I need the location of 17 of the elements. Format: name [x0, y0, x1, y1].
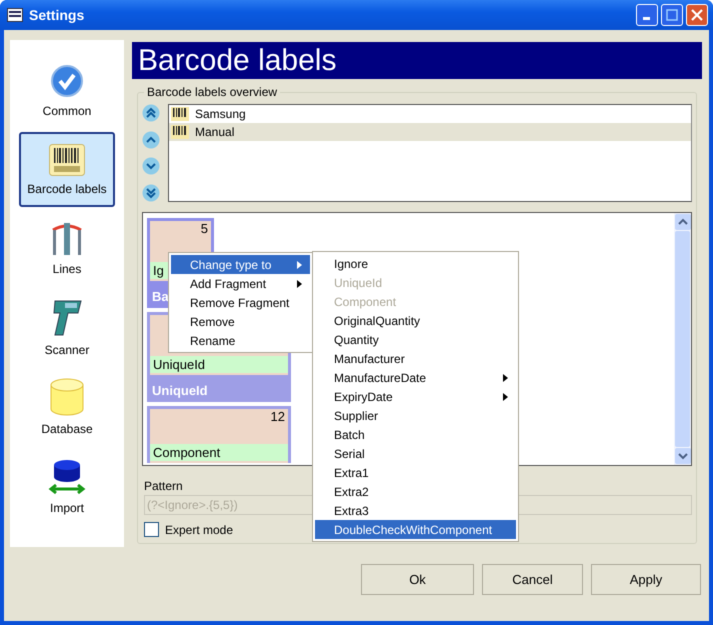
sidebar-label: Common — [42, 104, 92, 118]
group-title: Barcode labels overview — [144, 85, 280, 99]
fragment-length: 5 — [200, 221, 209, 236]
fragment-name: Ba — [151, 288, 169, 306]
window-title: Settings — [29, 7, 84, 23]
fragment-type: Component — [150, 444, 288, 461]
sidebar-label: Barcode labels — [27, 182, 107, 196]
fragment-name: UniqueId — [151, 382, 208, 400]
sidebar-label: Scanner — [44, 342, 90, 356]
fragment-length: 12 — [270, 409, 286, 424]
pattern-label: Pattern — [144, 479, 183, 493]
page-header: Barcode labels — [132, 42, 702, 79]
sidebar-label: Database — [41, 422, 93, 436]
sidebar-label: Lines — [52, 262, 82, 276]
sidebar-label: Import — [50, 500, 84, 514]
fragment-type: UniqueId — [150, 356, 288, 373]
checkbox-label: Expert mode — [165, 522, 234, 536]
